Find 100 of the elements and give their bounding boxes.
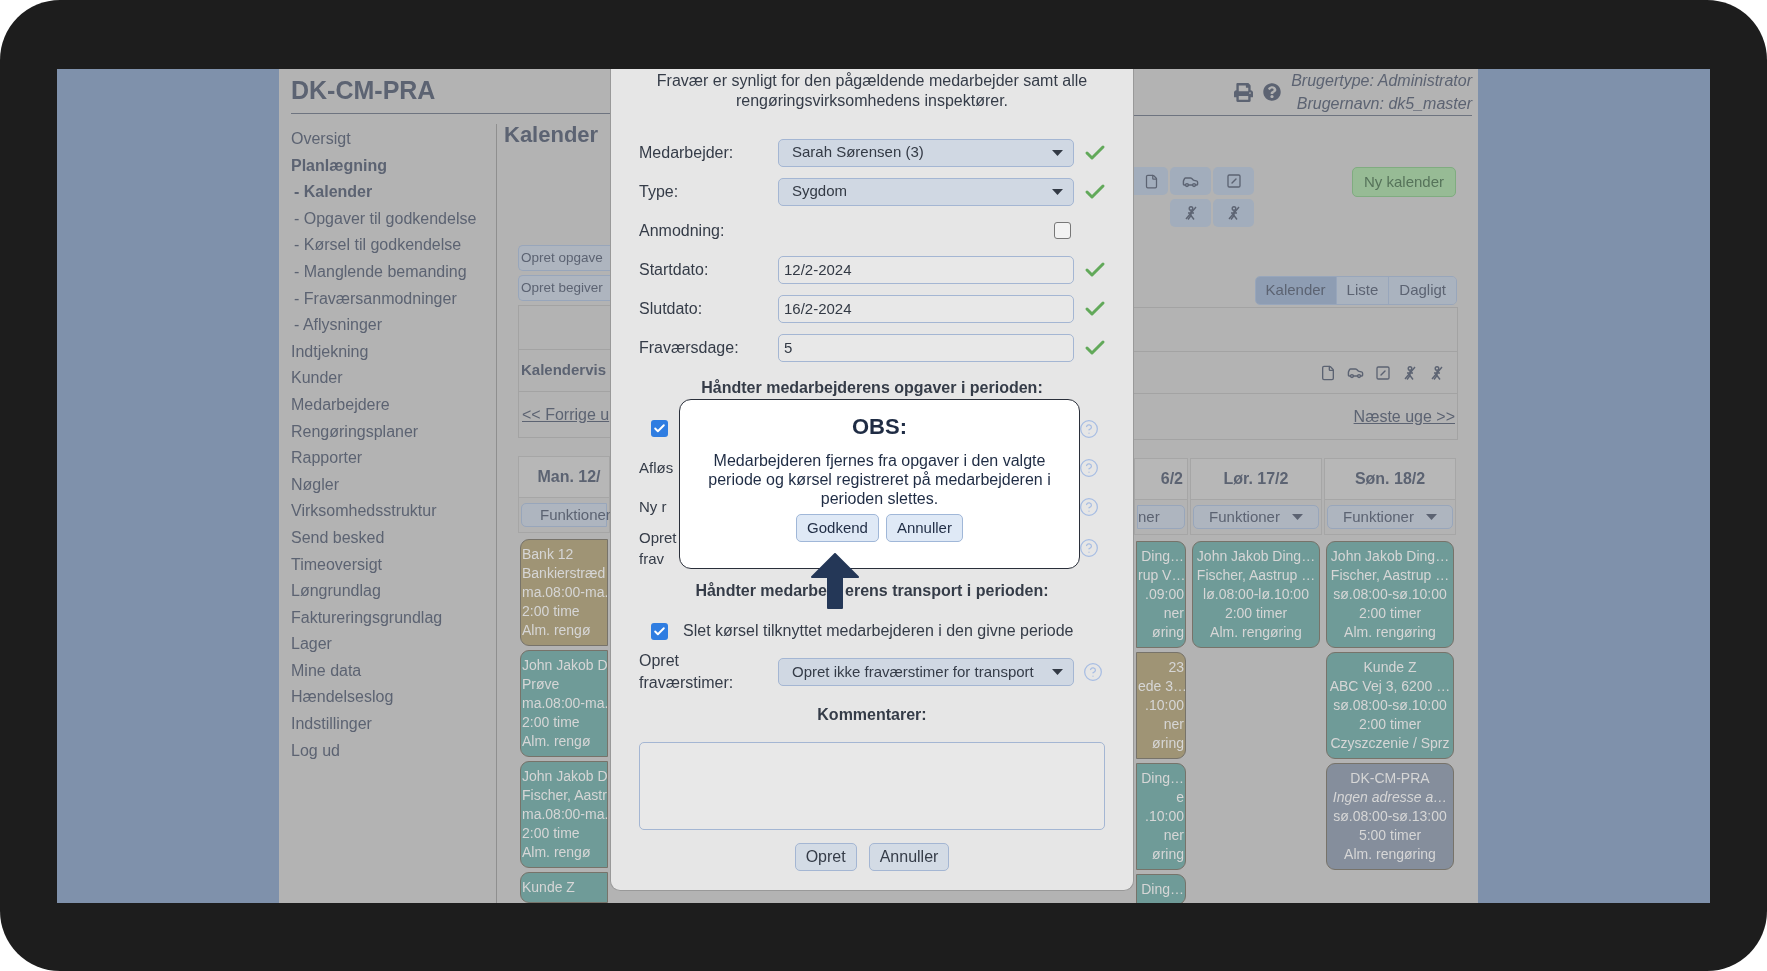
popup-button[interactable]: Annuller xyxy=(885,514,963,542)
event-service: øring xyxy=(1151,623,1184,642)
event-title: 23 xyxy=(1167,658,1184,677)
view-tab[interactable]: Kalender xyxy=(1255,277,1336,304)
event-time: .10:00 xyxy=(1144,696,1184,715)
event-address: e xyxy=(1175,788,1184,807)
checkbox[interactable] xyxy=(1054,222,1071,239)
dialog-button[interactable]: Opret xyxy=(794,843,857,871)
sidebar-item[interactable]: Timeoversigt xyxy=(279,551,496,579)
checkbox-label: Slet kørsel tilknyttet medarbejderen i den givne periode xyxy=(683,621,1074,641)
event-card[interactable]: John Jakob D Fischer, Aastr ma.08:00-ma. 2:00 time Alm. rengø xyxy=(520,761,608,868)
event-service: øring xyxy=(1151,734,1184,753)
person-slash-icon xyxy=(1429,364,1445,381)
functions-dropdown[interactable]: Funktioner xyxy=(1327,505,1453,529)
create-button[interactable]: Opret opgave xyxy=(518,245,610,271)
sidebar-item[interactable]: Faktureringsgrundlag xyxy=(279,604,496,632)
day-header: 6/2 xyxy=(1134,458,1188,500)
dialog-button[interactable]: Annuller xyxy=(868,843,950,871)
sidebar-item[interactable]: Rapporter xyxy=(279,445,496,472)
new-calendar-button[interactable]: Ny kalender xyxy=(1351,167,1456,197)
event-service: Alm. rengø xyxy=(522,732,592,751)
help-icon[interactable] xyxy=(1079,457,1099,478)
dropdown[interactable]: Opret ikke fraværstimer for transport xyxy=(778,658,1074,686)
event-service: Alm. rengøring xyxy=(1209,623,1303,642)
help-icon[interactable] xyxy=(1079,496,1099,517)
functions-dropdown[interactable]: ner xyxy=(1137,505,1185,529)
toolbar-button[interactable] xyxy=(1170,167,1211,195)
popup-button[interactable]: Godkend xyxy=(796,514,879,542)
sidebar-item[interactable]: - Fraværsanmodninger xyxy=(282,285,496,313)
functions-dropdown[interactable]: Funktioner xyxy=(1193,505,1319,529)
checkmark-icon xyxy=(653,422,666,435)
field-label: Ny r xyxy=(638,497,667,517)
next-week-link[interactable]: Næste uge >> xyxy=(1353,404,1455,429)
sidebar-item[interactable]: Send besked xyxy=(279,524,496,552)
slashed-square-icon[interactable] xyxy=(1375,364,1391,381)
event-card[interactable]: Kunde Z xyxy=(520,872,608,903)
sidebar-item[interactable]: Virksomhedsstruktur xyxy=(279,498,496,525)
event-card[interactable]: Ding… e .10:00 ner øring xyxy=(1136,763,1186,870)
create-button[interactable]: Opret begiver xyxy=(518,275,610,301)
event-card[interactable]: Ding… rup V… .09:00 ner øring xyxy=(1136,541,1186,648)
dropdown[interactable]: Sygdom xyxy=(778,177,1074,206)
sidebar-item[interactable]: Rengøringsplaner xyxy=(279,418,496,446)
field-label: Type: xyxy=(639,181,680,202)
file-icon[interactable] xyxy=(1320,364,1336,381)
event-time: ma.08:00-ma. xyxy=(522,583,606,602)
day-header: Søn. 18/2 xyxy=(1324,458,1456,500)
sidebar-item[interactable]: Løngrundlag xyxy=(279,578,496,605)
caret-icon xyxy=(1052,188,1063,195)
view-tab[interactable]: Liste xyxy=(1335,277,1389,304)
sidebar-item[interactable]: - Manglende bemanding xyxy=(282,258,496,286)
sidebar-item[interactable]: Kunder xyxy=(279,365,496,392)
sidebar-item[interactable]: Nøgler xyxy=(279,471,496,499)
sidebar-item[interactable]: - Opgaver til godkendelse xyxy=(282,205,496,233)
event-card[interactable]: DK-CM-PRA Ingen adresse a… sø.08:00-sø.13:00 5:00 timer Alm. rengøring xyxy=(1326,763,1454,870)
sidebar-item[interactable]: Planlægning xyxy=(279,152,496,180)
toolbar-button[interactable] xyxy=(1213,167,1254,195)
help-icon[interactable] xyxy=(1079,418,1099,439)
sidebar-item[interactable]: Medarbejdere xyxy=(279,391,496,419)
sidebar-item[interactable]: Indtjekning xyxy=(279,338,496,366)
sidebar-item[interactable]: Mine data xyxy=(279,657,496,685)
field-label: Startdato: xyxy=(639,259,710,280)
event-service: Czyszczenie / Sprz xyxy=(1329,734,1451,753)
event-address: Fischer, Aastrup … xyxy=(1195,566,1317,585)
sidebar-item[interactable]: - Kørsel til godkendelse xyxy=(282,232,496,259)
view-tab[interactable]: Dagligt xyxy=(1388,277,1456,304)
event-service: Alm. rengøring xyxy=(1343,623,1437,642)
help-icon[interactable] xyxy=(1079,538,1099,558)
event-card[interactable]: Ding… xyxy=(1136,874,1186,903)
sidebar-item[interactable]: Lager xyxy=(279,631,496,658)
checkbox[interactable] xyxy=(651,622,668,640)
text-field[interactable]: 12/2-2024 xyxy=(778,255,1074,284)
popup-message: Medarbejderen fjernes fra opgaver i den valgte periode og kørsel registreret på medarbejderen i perioden slettes. xyxy=(707,451,1052,508)
sidebar-item[interactable]: Oversigt xyxy=(279,126,496,153)
section-heading: Håndter medarbejderens opgaver i perioden: xyxy=(700,378,1044,398)
toolbar-button[interactable] xyxy=(1213,199,1254,227)
event-card[interactable]: 23 ede 3… .10:00 ner øring xyxy=(1136,652,1186,759)
toolbar-button[interactable] xyxy=(1134,167,1168,195)
text-field[interactable]: 16/2-2024 xyxy=(778,294,1074,323)
sidebar-item[interactable]: - Kalender xyxy=(282,179,496,206)
sidebar-item[interactable]: Indstillinger xyxy=(279,711,496,738)
user-type: Brugertype: Administrator xyxy=(1291,71,1472,91)
event-card[interactable]: Bank 12 Bankierstræd ma.08:00-ma. 2:00 time Alm. rengø xyxy=(520,539,608,646)
previous-week-link[interactable]: << Forrige u xyxy=(522,402,610,427)
event-card[interactable]: Kunde Z ABC Vej 3, 6200 … sø.08:00-sø.10:00 2:00 timer Czyszczenie / Sprz xyxy=(1326,652,1454,759)
sidebar-item[interactable]: Log ud xyxy=(279,737,496,765)
caret-icon xyxy=(1291,514,1303,520)
dropdown[interactable]: Sarah Sørensen (3) xyxy=(778,138,1074,167)
event-service: Alm. rengøring xyxy=(1343,845,1437,864)
sidebar-item[interactable]: Hændelseslog xyxy=(279,684,496,712)
event-card[interactable]: John Jakob Ding… Fischer, Aastrup … sø.08:00-sø.10:00 2:00 timer Alm. rengøring xyxy=(1326,541,1454,648)
checkbox[interactable] xyxy=(651,420,668,437)
comments-field[interactable] xyxy=(639,742,1105,830)
popup-title: OBS: xyxy=(852,413,907,441)
event-card[interactable]: John Jakob Ding… Fischer, Aastrup … lø.08:00-lø.10:00 2:00 timer Alm. rengøring xyxy=(1192,541,1320,648)
print-icon[interactable] xyxy=(1234,82,1254,102)
text-field[interactable]: 5 xyxy=(778,333,1074,362)
dialog-intro: Fravær er synligt for den pågældende medarbejder samt alle rengøringsvirksomhedens inspektører. xyxy=(655,71,1089,111)
event-card[interactable]: John Jakob D Prøve ma.08:00-ma. 2:00 time Alm. rengø xyxy=(520,650,608,757)
toolbar-button[interactable] xyxy=(1170,199,1211,227)
sidebar-item[interactable]: - Aflysninger xyxy=(282,312,496,339)
